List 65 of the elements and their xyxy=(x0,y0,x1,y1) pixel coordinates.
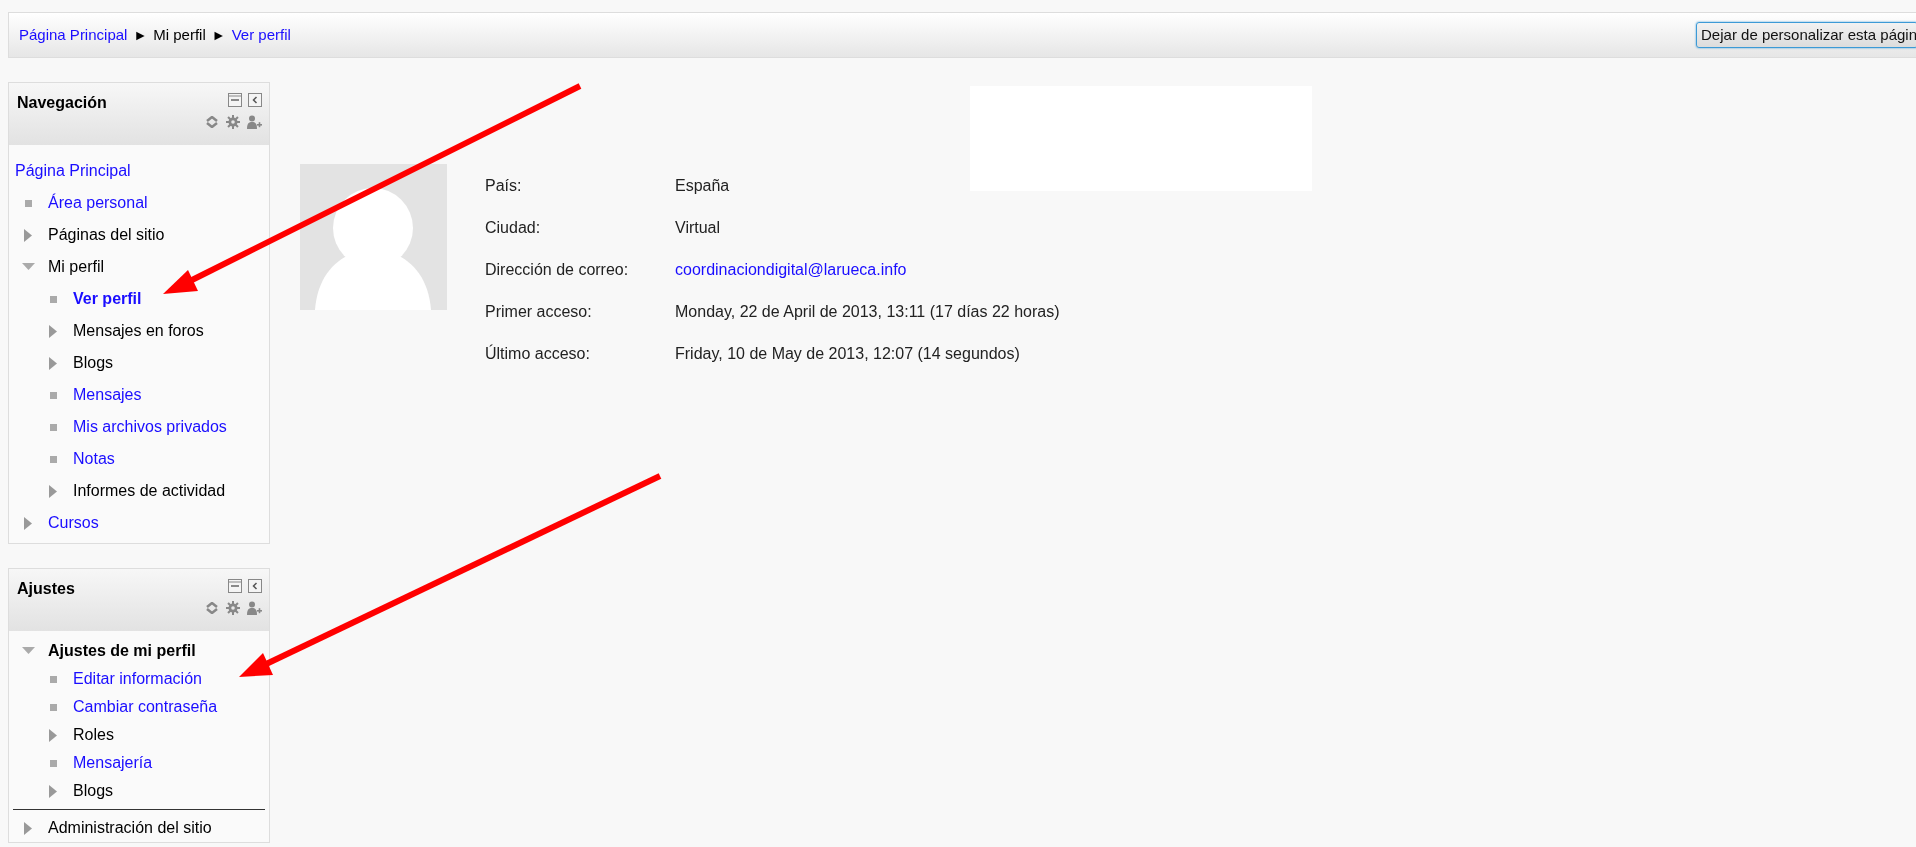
nav-item[interactable]: Ajustes de mi perfil xyxy=(48,639,196,663)
nav-link[interactable]: Editar información xyxy=(73,667,202,691)
move-icon[interactable] xyxy=(205,116,219,128)
bullet-icon xyxy=(49,295,57,303)
nav-link[interactable]: Mensajes xyxy=(73,383,142,407)
nav-link[interactable]: Cursos xyxy=(48,511,99,535)
dock-icon[interactable] xyxy=(248,93,262,107)
nav-link[interactable]: Página Principal xyxy=(15,159,131,183)
nav-item[interactable]: Administración del sitio xyxy=(48,816,212,840)
bullet-icon xyxy=(49,759,57,767)
collapsed-icon[interactable] xyxy=(24,516,32,530)
bullet-icon xyxy=(49,391,57,399)
bullet-icon xyxy=(24,199,32,207)
nav-item[interactable]: Mi perfil xyxy=(48,255,104,279)
field-value: Monday, 22 de April de 2013, 13:11 (17 días 22 horas) xyxy=(675,302,1060,322)
breadcrumb-item: Mi perfil xyxy=(153,24,206,45)
breadcrumb-link[interactable]: Página Principal xyxy=(19,23,128,47)
bullet-icon xyxy=(49,703,57,711)
minimize-icon[interactable] xyxy=(228,93,242,107)
block-title: Ajustes xyxy=(17,579,75,597)
collapsed-icon[interactable] xyxy=(24,821,32,835)
nav-link[interactable]: Mis archivos privados xyxy=(73,415,227,439)
field-label: País: xyxy=(485,176,523,196)
collapsed-icon[interactable] xyxy=(49,728,57,742)
dock-icon[interactable] xyxy=(248,579,262,593)
move-icon[interactable] xyxy=(205,602,219,614)
breadcrumb-separator: ► xyxy=(133,25,148,45)
expanded-icon[interactable] xyxy=(21,647,35,655)
nav-link[interactable]: Notas xyxy=(73,447,115,471)
assign-roles-icon[interactable] xyxy=(247,115,262,129)
field-label: Ciudad: xyxy=(485,218,542,238)
nav-item[interactable]: Informes de actividad xyxy=(73,479,226,503)
nav-link[interactable]: Mensajería xyxy=(73,751,153,775)
minimize-icon[interactable] xyxy=(228,579,242,593)
settings-icon[interactable] xyxy=(226,601,240,615)
settings-icon[interactable] xyxy=(226,115,240,129)
block-title: Navegación xyxy=(17,93,107,111)
expanded-icon[interactable] xyxy=(21,263,35,271)
nav-item[interactable]: Páginas del sitio xyxy=(48,223,165,247)
nav-link[interactable]: Ver perfil xyxy=(73,287,142,311)
nav-item[interactable]: Blogs xyxy=(73,351,114,375)
field-value: Friday, 10 de May de 2013, 12:07 (14 segundos) xyxy=(675,344,1020,364)
field-label: Último acceso: xyxy=(485,343,591,364)
collapsed-icon[interactable] xyxy=(49,324,57,338)
assign-roles-icon[interactable] xyxy=(247,601,262,615)
breadcrumb-separator: ► xyxy=(211,25,226,45)
field-label: Dirección de correo: xyxy=(485,260,630,280)
collapsed-icon[interactable] xyxy=(49,356,57,370)
field-value: Virtual xyxy=(675,218,721,238)
customize-button[interactable]: Dejar de personalizar esta págin xyxy=(1696,22,1916,48)
nav-item[interactable]: Roles xyxy=(73,723,114,747)
field-value: España xyxy=(675,176,730,196)
nav-item[interactable]: Blogs xyxy=(73,779,114,803)
nav-link[interactable]: Área personal xyxy=(48,191,148,215)
bullet-icon xyxy=(49,455,57,463)
collapsed-icon[interactable] xyxy=(49,784,57,798)
nav-link[interactable]: Cambiar contraseña xyxy=(73,695,218,719)
breadcrumb-link[interactable]: Ver perfil xyxy=(231,23,291,47)
email-link[interactable]: coordinaciondigital@larueca.info xyxy=(675,258,907,282)
nav-item[interactable]: Mensajes en foros xyxy=(73,319,204,343)
field-label: Primer acceso: xyxy=(485,302,593,322)
bullet-icon xyxy=(49,675,57,683)
collapsed-icon[interactable] xyxy=(49,484,57,498)
collapsed-icon[interactable] xyxy=(24,228,32,242)
bullet-icon xyxy=(49,423,57,431)
